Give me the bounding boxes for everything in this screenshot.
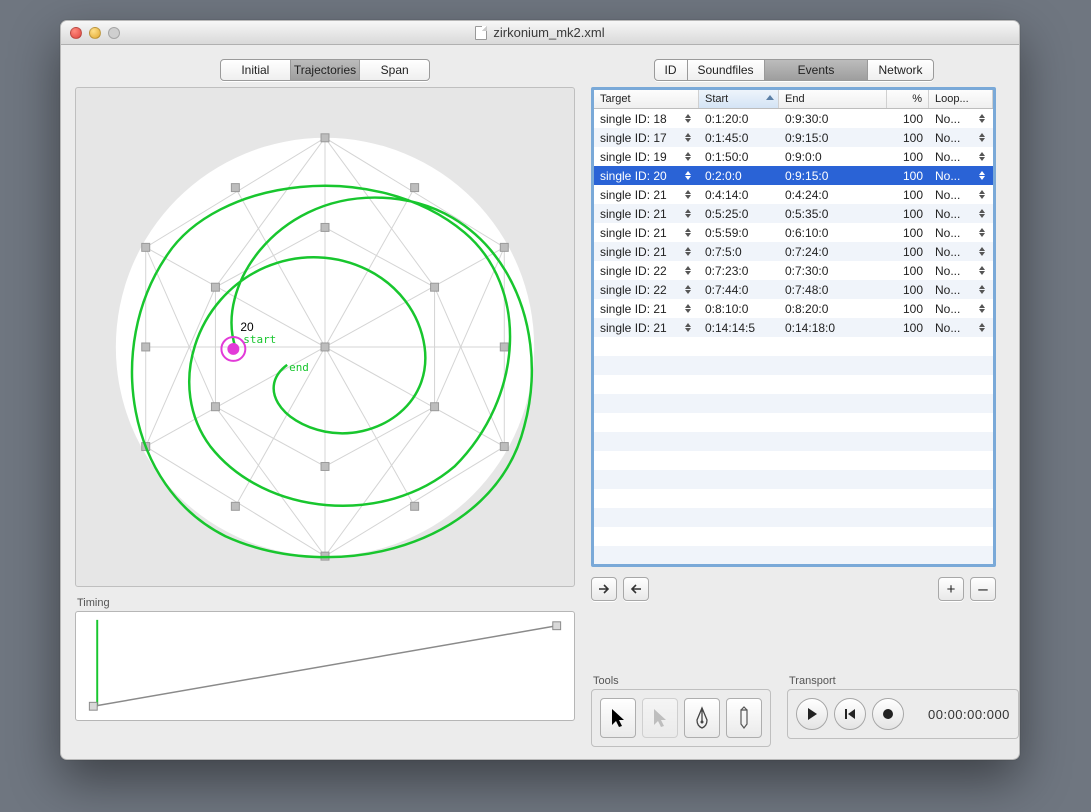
tab-id[interactable]: ID [655, 60, 688, 80]
stepper-icon[interactable] [979, 246, 987, 258]
tools-panel [591, 689, 771, 747]
move-right-button[interactable] [591, 577, 617, 601]
stepper-icon[interactable] [979, 322, 987, 334]
table-row[interactable]: single ID: 210:8:10:00:8:20:0100No... [594, 299, 993, 318]
tool-select[interactable] [600, 698, 636, 738]
tool-pencil[interactable] [726, 698, 762, 738]
stepper-icon[interactable] [685, 227, 693, 239]
rewind-button[interactable] [834, 698, 866, 730]
table-row-empty [594, 489, 993, 508]
table-row-empty [594, 356, 993, 375]
stepper-icon[interactable] [685, 151, 693, 163]
table-row[interactable]: single ID: 220:7:23:00:7:30:0100No... [594, 261, 993, 280]
minimize-icon[interactable] [89, 27, 101, 39]
stepper-icon[interactable] [979, 284, 987, 296]
transport-panel: 00:00:00:000 [787, 689, 1019, 739]
move-left-button[interactable] [623, 577, 649, 601]
col-start[interactable]: Start [699, 90, 779, 108]
remove-button[interactable]: – [970, 577, 996, 601]
stepper-icon[interactable] [685, 132, 693, 144]
stepper-icon[interactable] [979, 303, 987, 315]
stepper-icon[interactable] [685, 170, 693, 182]
table-row[interactable]: single ID: 180:1:20:00:9:30:0100No... [594, 109, 993, 128]
tab-span[interactable]: Span [360, 60, 429, 80]
stepper-icon[interactable] [685, 189, 693, 201]
window-controls [70, 27, 120, 39]
table-row[interactable]: single ID: 220:7:44:00:7:48:0100No... [594, 280, 993, 299]
point-id-label: 20 [240, 320, 254, 334]
table-row[interactable]: single ID: 210:5:25:00:5:35:0100No... [594, 204, 993, 223]
table-row-empty [594, 432, 993, 451]
table-row[interactable]: single ID: 190:1:50:00:9:0:0100No... [594, 147, 993, 166]
record-button[interactable] [872, 698, 904, 730]
table-row[interactable]: single ID: 210:4:14:00:4:24:0100No... [594, 185, 993, 204]
stepper-icon[interactable] [685, 322, 693, 334]
col-target[interactable]: Target [594, 90, 699, 108]
stepper-icon[interactable] [685, 113, 693, 125]
col-percent[interactable]: % [887, 90, 929, 108]
table-row[interactable]: single ID: 210:7:5:00:7:24:0100No... [594, 242, 993, 261]
table-row-empty [594, 337, 993, 356]
table-row-empty [594, 394, 993, 413]
table-row-empty [594, 470, 993, 489]
stepper-icon[interactable] [979, 227, 987, 239]
tab-trajectories[interactable]: Trajectories [291, 60, 361, 80]
table-row[interactable]: single ID: 210:14:14:50:14:18:0100No... [594, 318, 993, 337]
col-loop[interactable]: Loop... [929, 90, 993, 108]
stepper-icon[interactable] [979, 132, 987, 144]
transport-label: Transport [789, 675, 1019, 687]
events-table[interactable]: Target Start End % Loop... single ID: 18… [591, 87, 996, 567]
stepper-icon[interactable] [685, 284, 693, 296]
stepper-icon[interactable] [685, 246, 693, 258]
table-row-empty [594, 546, 993, 565]
stepper-icon[interactable] [685, 208, 693, 220]
table-row[interactable]: single ID: 200:2:0:00:9:15:0100No... [594, 166, 993, 185]
table-row[interactable]: single ID: 210:5:59:00:6:10:0100No... [594, 223, 993, 242]
view-mode-tabs: Initial Trajectories Span [220, 59, 430, 81]
timecode-display: 00:00:00:000 [928, 707, 1010, 722]
table-row-empty [594, 508, 993, 527]
tool-pen[interactable] [684, 698, 720, 738]
right-panel-tabs: ID Soundfiles Events Network [654, 59, 934, 81]
table-row[interactable]: single ID: 170:1:45:00:9:15:0100No... [594, 128, 993, 147]
tab-initial[interactable]: Initial [221, 60, 291, 80]
play-button[interactable] [796, 698, 828, 730]
window-title: zirkonium_mk2.xml [61, 25, 1019, 40]
col-end[interactable]: End [779, 90, 887, 108]
trajectory-canvas[interactable]: 20 start end [75, 87, 575, 587]
stepper-icon[interactable] [979, 113, 987, 125]
add-button[interactable]: + [938, 577, 964, 601]
close-icon[interactable] [70, 27, 82, 39]
start-label: start [243, 333, 276, 346]
stepper-icon[interactable] [685, 303, 693, 315]
window-title-text: zirkonium_mk2.xml [493, 25, 604, 40]
table-row-empty [594, 375, 993, 394]
stepper-icon[interactable] [979, 151, 987, 163]
table-row-empty [594, 413, 993, 432]
tab-network[interactable]: Network [868, 60, 932, 80]
stepper-icon[interactable] [979, 170, 987, 182]
tool-select-alt[interactable] [642, 698, 678, 738]
timing-panel[interactable] [75, 611, 575, 721]
titlebar[interactable]: zirkonium_mk2.xml [61, 21, 1019, 45]
stepper-icon[interactable] [979, 265, 987, 277]
stepper-icon[interactable] [979, 189, 987, 201]
timing-label: Timing [77, 597, 575, 609]
table-row-empty [594, 527, 993, 546]
table-row-empty [594, 451, 993, 470]
zoom-icon[interactable] [108, 27, 120, 39]
document-icon [475, 26, 487, 40]
app-window: zirkonium_mk2.xml Initial Trajectories S… [60, 20, 1020, 760]
stepper-icon[interactable] [685, 265, 693, 277]
tab-events[interactable]: Events [765, 60, 869, 80]
tab-soundfiles[interactable]: Soundfiles [688, 60, 765, 80]
sort-asc-icon [766, 95, 774, 100]
table-header: Target Start End % Loop... [594, 90, 993, 109]
end-label: end [289, 361, 309, 374]
stepper-icon[interactable] [979, 208, 987, 220]
tools-label: Tools [593, 675, 771, 687]
